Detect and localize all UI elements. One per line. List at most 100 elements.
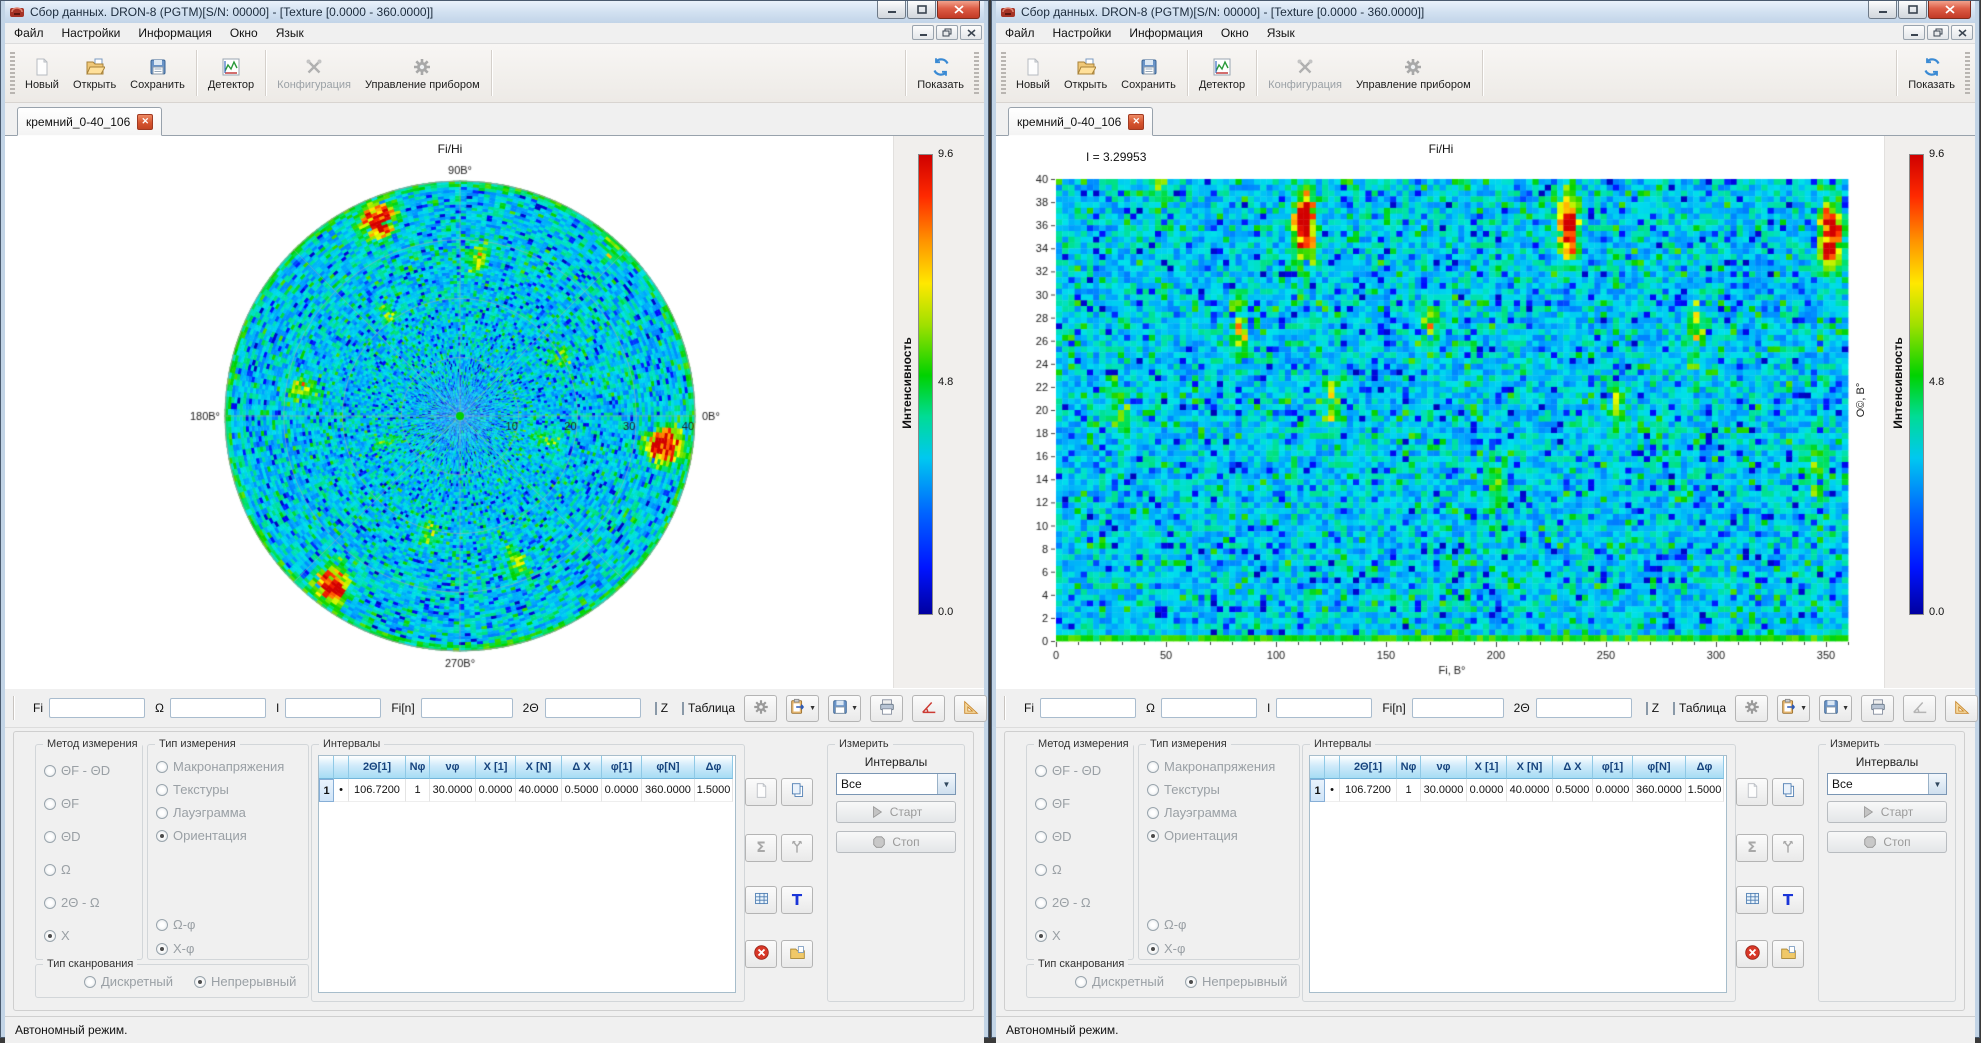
- menu-language[interactable]: Язык: [1258, 24, 1304, 43]
- tab-dataset[interactable]: кремний_0-40_106 ✕: [17, 107, 162, 136]
- radio-textures[interactable]: Текстуры: [156, 782, 229, 797]
- plot-canvas[interactable]: [5, 136, 895, 688]
- mdi-restore-button[interactable]: [936, 25, 958, 40]
- save-button[interactable]: Сохранить: [1114, 46, 1183, 100]
- mdi-minimize-button[interactable]: [912, 25, 934, 40]
- two-theta-input[interactable]: [545, 698, 641, 718]
- i-input[interactable]: [285, 698, 381, 718]
- tab-close-button[interactable]: ✕: [1128, 114, 1144, 130]
- table-row[interactable]: 1 • 106.7200 1 30.0000 0.0000 40.0000 0.…: [1310, 779, 1726, 802]
- table-view-button[interactable]: [1736, 886, 1768, 914]
- plot-canvas[interactable]: [996, 136, 1886, 688]
- copy-interval-button[interactable]: [1772, 778, 1804, 806]
- radio-omega-phi[interactable]: Ω-φ: [156, 917, 195, 932]
- radio-discrete[interactable]: Дискретный: [1075, 974, 1164, 989]
- toolbar-grip[interactable]: [974, 52, 979, 94]
- i-input[interactable]: [1276, 698, 1372, 718]
- z-checkbox[interactable]: [1646, 702, 1648, 715]
- radio-theta-d[interactable]: ΘD: [44, 829, 81, 844]
- radio-theta-f[interactable]: ΘF: [44, 796, 79, 811]
- duplicate-button[interactable]: [781, 940, 813, 968]
- detector-button[interactable]: Детектор: [201, 46, 261, 100]
- z-checkbox[interactable]: [655, 702, 657, 715]
- text-view-button[interactable]: T: [781, 886, 813, 914]
- delete-interval-button[interactable]: [745, 940, 777, 968]
- radio-continuous[interactable]: Непрерывный: [1185, 974, 1287, 989]
- save-data-button[interactable]: ▼: [828, 695, 861, 722]
- open-button[interactable]: Открыть: [66, 46, 123, 100]
- start-button[interactable]: Старт: [836, 801, 956, 823]
- mdi-close-button[interactable]: [960, 25, 982, 40]
- table-view-button[interactable]: [745, 886, 777, 914]
- menu-file[interactable]: Файл: [5, 24, 53, 43]
- print-button[interactable]: [870, 695, 903, 722]
- save-data-button[interactable]: ▼: [1819, 695, 1852, 722]
- intervals-select[interactable]: Все ▼: [1827, 773, 1947, 795]
- radio-chi-phi[interactable]: X-φ: [1147, 941, 1185, 956]
- radio-chi[interactable]: X: [1035, 928, 1061, 943]
- close-button[interactable]: [1928, 1, 1971, 19]
- fi-n-input[interactable]: [421, 698, 513, 718]
- fi-input[interactable]: [1040, 698, 1136, 718]
- tab-dataset[interactable]: кремний_0-40_106 ✕: [1008, 107, 1153, 136]
- table-checkbox[interactable]: [682, 702, 684, 715]
- radio-continuous[interactable]: Непрерывный: [194, 974, 296, 989]
- radio-macrostress[interactable]: Макронапряжения: [156, 759, 284, 774]
- instrument-control-button[interactable]: Управление прибором: [358, 46, 487, 100]
- start-button[interactable]: Старт: [1827, 801, 1947, 823]
- stop-button[interactable]: Стоп: [1827, 831, 1947, 853]
- angle-measure-button[interactable]: [912, 695, 945, 722]
- toolbar-grip[interactable]: [1965, 52, 1970, 94]
- export-button[interactable]: ▼: [786, 695, 819, 722]
- copy-interval-button[interactable]: [781, 778, 813, 806]
- title-bar[interactable]: Сбор данных. DRON-8 (PGTM)[S/N: 00000] -…: [996, 1, 1975, 23]
- tab-close-button[interactable]: ✕: [137, 114, 153, 130]
- radio-textures[interactable]: Текстуры: [1147, 782, 1220, 797]
- radio-theta-d[interactable]: ΘD: [1035, 829, 1072, 844]
- fi-input[interactable]: [49, 698, 145, 718]
- radio-theta-f[interactable]: ΘF: [1035, 796, 1070, 811]
- radio-chi[interactable]: X: [44, 928, 70, 943]
- duplicate-button[interactable]: [1772, 940, 1804, 968]
- radio-theta-f-theta-d[interactable]: ΘF - ΘD: [44, 763, 110, 778]
- radio-2theta-omega[interactable]: 2Θ - Ω: [44, 895, 100, 910]
- fi-n-input[interactable]: [1412, 698, 1504, 718]
- menu-window[interactable]: Окно: [221, 24, 267, 43]
- radio-orientation[interactable]: Ориентация: [1147, 828, 1238, 843]
- radio-orientation[interactable]: Ориентация: [156, 828, 247, 843]
- radio-macrostress[interactable]: Макронапряжения: [1147, 759, 1275, 774]
- merge-button[interactable]: [781, 834, 813, 862]
- settings-button[interactable]: [744, 695, 777, 722]
- intervals-select[interactable]: Все ▼: [836, 773, 956, 795]
- open-button[interactable]: Открыть: [1057, 46, 1114, 100]
- mdi-close-button[interactable]: [1951, 25, 1973, 40]
- text-view-button[interactable]: T: [1772, 886, 1804, 914]
- ruler-button[interactable]: [1945, 695, 1978, 722]
- settings-button[interactable]: [1735, 695, 1768, 722]
- radio-omega[interactable]: Ω: [1035, 862, 1062, 877]
- menu-information[interactable]: Информация: [129, 24, 220, 43]
- table-row[interactable]: 1 • 106.7200 1 30.0000 0.0000 40.0000 0.…: [319, 779, 735, 802]
- radio-omega[interactable]: Ω: [44, 862, 71, 877]
- omega-input[interactable]: [1161, 698, 1257, 718]
- radio-theta-f-theta-d[interactable]: ΘF - ΘD: [1035, 763, 1101, 778]
- maximize-button[interactable]: [907, 1, 936, 19]
- two-theta-input[interactable]: [1536, 698, 1632, 718]
- toolbar-grip[interactable]: [10, 52, 15, 94]
- radio-lauegram[interactable]: Лауэграмма: [156, 805, 246, 820]
- add-interval-button[interactable]: [745, 778, 777, 806]
- print-button[interactable]: [1861, 695, 1894, 722]
- table-checkbox[interactable]: [1673, 702, 1675, 715]
- radio-2theta-omega[interactable]: 2Θ - Ω: [1035, 895, 1091, 910]
- mdi-restore-button[interactable]: [1927, 25, 1949, 40]
- show-button[interactable]: Показать: [910, 46, 971, 100]
- new-button[interactable]: Новый: [18, 46, 66, 100]
- menu-file[interactable]: Файл: [996, 24, 1044, 43]
- save-button[interactable]: Сохранить: [123, 46, 192, 100]
- instrument-control-button[interactable]: Управление прибором: [1349, 46, 1478, 100]
- detector-button[interactable]: Детектор: [1192, 46, 1252, 100]
- menu-window[interactable]: Окно: [1212, 24, 1258, 43]
- radio-discrete[interactable]: Дискретный: [84, 974, 173, 989]
- mdi-minimize-button[interactable]: [1903, 25, 1925, 40]
- menu-settings[interactable]: Настройки: [1044, 24, 1121, 43]
